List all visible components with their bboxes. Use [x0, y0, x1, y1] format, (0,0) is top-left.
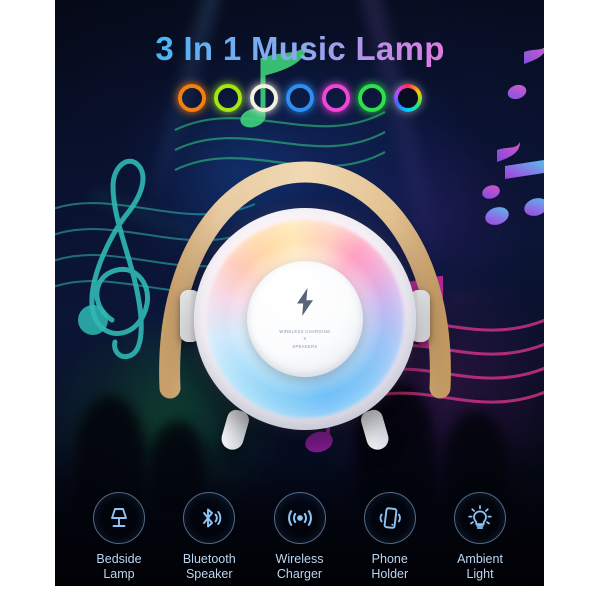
- feature-label-line2: Light: [466, 566, 494, 581]
- feature-label-line1: Bluetooth: [182, 552, 236, 566]
- feature-bluetooth-speaker[interactable]: Bluetooth Speaker: [167, 492, 251, 582]
- lightning-bolt-icon: [297, 287, 313, 316]
- feature-label-line2: Holder: [371, 566, 409, 581]
- color-ring-warm-white[interactable]: [250, 84, 278, 112]
- feature-label: Wireless Charger: [276, 552, 324, 582]
- color-ring-blue[interactable]: [286, 84, 314, 112]
- bluetooth-icon: [203, 508, 222, 528]
- feature-label: Bedside Lamp: [96, 552, 141, 582]
- color-ring-orange[interactable]: [178, 84, 206, 112]
- feature-icon-circle: [363, 492, 416, 544]
- feature-label-line2: Charger: [276, 566, 323, 581]
- feature-label: Phone Holder: [371, 552, 408, 582]
- color-ring-lime-green[interactable]: [214, 84, 242, 112]
- feature-icon-circle: [273, 492, 326, 544]
- product-image: WIRELESS CHARGING X SPEAKERS: [150, 148, 460, 488]
- product-poster: 3 In 1 Music Lamp WIRELESS CHARGING X SP…: [0, 0, 600, 600]
- color-ring-green[interactable]: [358, 84, 386, 112]
- feature-label-line1: Ambient: [457, 552, 503, 566]
- wireless-signal-icon: [287, 510, 312, 526]
- color-ring-row: [0, 84, 600, 112]
- pad-label-line2: X: [303, 336, 307, 342]
- feature-label-line2: Speaker: [185, 566, 233, 581]
- feature-label: Ambient Light: [457, 552, 503, 582]
- feature-icon-circle: [183, 492, 236, 544]
- pad-label-line3: SPEAKERS: [292, 343, 318, 349]
- feature-icon-circle: [93, 492, 145, 544]
- color-ring-magenta[interactable]: [322, 84, 350, 112]
- pad-label-line1: WIRELESS CHARGING: [279, 328, 331, 334]
- feature-bedside-lamp[interactable]: Bedside Lamp: [77, 492, 161, 582]
- color-ring-rainbow[interactable]: [394, 84, 422, 112]
- lightbulb-icon: [468, 505, 492, 529]
- feature-phone-holder[interactable]: Phone Holder: [348, 492, 432, 582]
- feature-icon-circle: [454, 492, 506, 544]
- feature-ambient-light[interactable]: Ambient Light: [438, 492, 522, 582]
- feature-label-line1: Wireless: [275, 552, 324, 566]
- table-lamp-icon: [111, 508, 127, 527]
- feature-label-line1: Phone: [371, 552, 408, 566]
- feature-label-line2: Lamp: [103, 566, 135, 581]
- wireless-charging-pad[interactable]: WIRELESS CHARGING X SPEAKERS: [247, 261, 363, 377]
- rainbow-ring-hole: [398, 88, 418, 108]
- lamp-foot-right: [358, 407, 392, 453]
- feature-row: Bedside Lamp Bluetooth Speaker Wireless …: [55, 492, 544, 582]
- lamp-foot-left: [218, 407, 252, 453]
- page-title: 3 In 1 Music Lamp: [0, 30, 600, 68]
- feature-wireless-charger[interactable]: Wireless Charger: [258, 492, 342, 582]
- feature-label: Bluetooth Speaker: [183, 552, 236, 582]
- feature-label-line1: Bedside: [96, 552, 142, 566]
- phone-vibrate-icon: [379, 507, 401, 529]
